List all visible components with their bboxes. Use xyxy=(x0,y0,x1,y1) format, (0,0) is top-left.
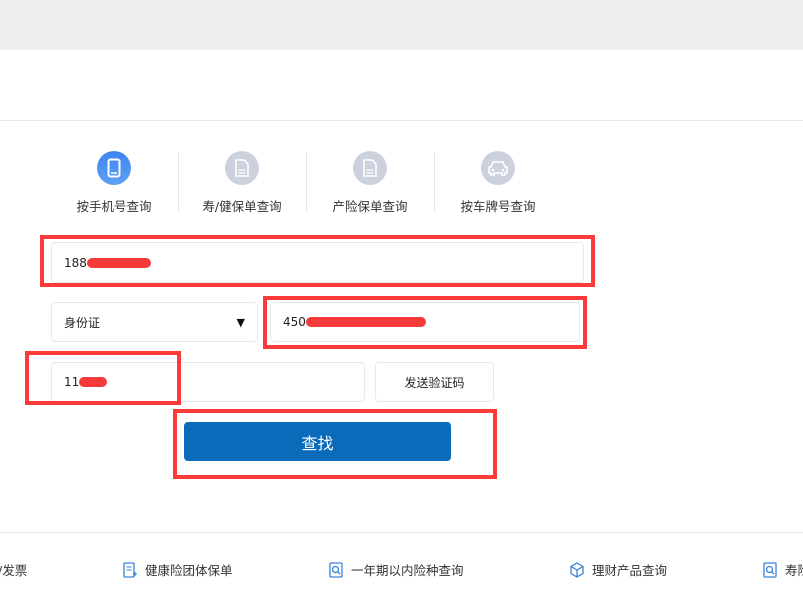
annotation-box xyxy=(25,351,181,405)
top-bar xyxy=(0,0,803,50)
tab-property-policy[interactable]: 产险保单查询 xyxy=(306,150,434,220)
send-code-button[interactable]: 发送验证码 xyxy=(375,362,494,402)
link-short-term-query[interactable]: 一年期以内险种查询 xyxy=(329,560,464,579)
chevron-down-icon: ▼ xyxy=(236,315,245,329)
tab-phone-query[interactable]: 按手机号查询 xyxy=(50,150,178,220)
tab-life-health-policy[interactable]: 寿/健保单查询 xyxy=(178,150,306,220)
link-label: 一年期以内险种查询 xyxy=(351,563,464,578)
tab-label: 按车牌号查询 xyxy=(460,199,536,214)
link-invoice[interactable]: /发票 xyxy=(0,560,27,579)
link-wealth-product[interactable]: 理财产品查询 xyxy=(570,560,667,579)
annotation-box xyxy=(263,296,587,349)
send-code-label: 发送验证码 xyxy=(404,375,465,390)
link-health-group-policy[interactable]: 健康险团体保单 xyxy=(123,560,233,579)
divider xyxy=(0,532,803,533)
tab-label: 产险保单查询 xyxy=(332,199,408,214)
cube-icon xyxy=(570,561,584,578)
divider xyxy=(0,120,803,121)
list-document-icon xyxy=(123,561,137,578)
link-label: /发票 xyxy=(0,563,28,578)
search-document-icon xyxy=(329,561,343,578)
link-label: 理财产品查询 xyxy=(592,563,668,578)
link-label: 健康险团体保单 xyxy=(145,563,233,578)
document-icon xyxy=(353,151,387,185)
annotation-box xyxy=(40,235,595,287)
annotation-box xyxy=(173,409,497,479)
link-life-insurance[interactable]: 寿险 xyxy=(763,560,803,579)
id-type-select[interactable]: 身份证 ▼ xyxy=(51,302,258,342)
car-icon xyxy=(481,151,515,185)
tab-plate-query[interactable]: 按车牌号查询 xyxy=(434,150,562,220)
tab-label: 寿/健保单查询 xyxy=(202,199,282,214)
search-document-icon xyxy=(763,561,777,578)
link-label: 寿险 xyxy=(785,563,803,578)
phone-icon xyxy=(97,151,131,185)
id-type-value: 身份证 xyxy=(64,315,101,330)
tab-label: 按手机号查询 xyxy=(76,199,152,214)
document-icon xyxy=(225,151,259,185)
